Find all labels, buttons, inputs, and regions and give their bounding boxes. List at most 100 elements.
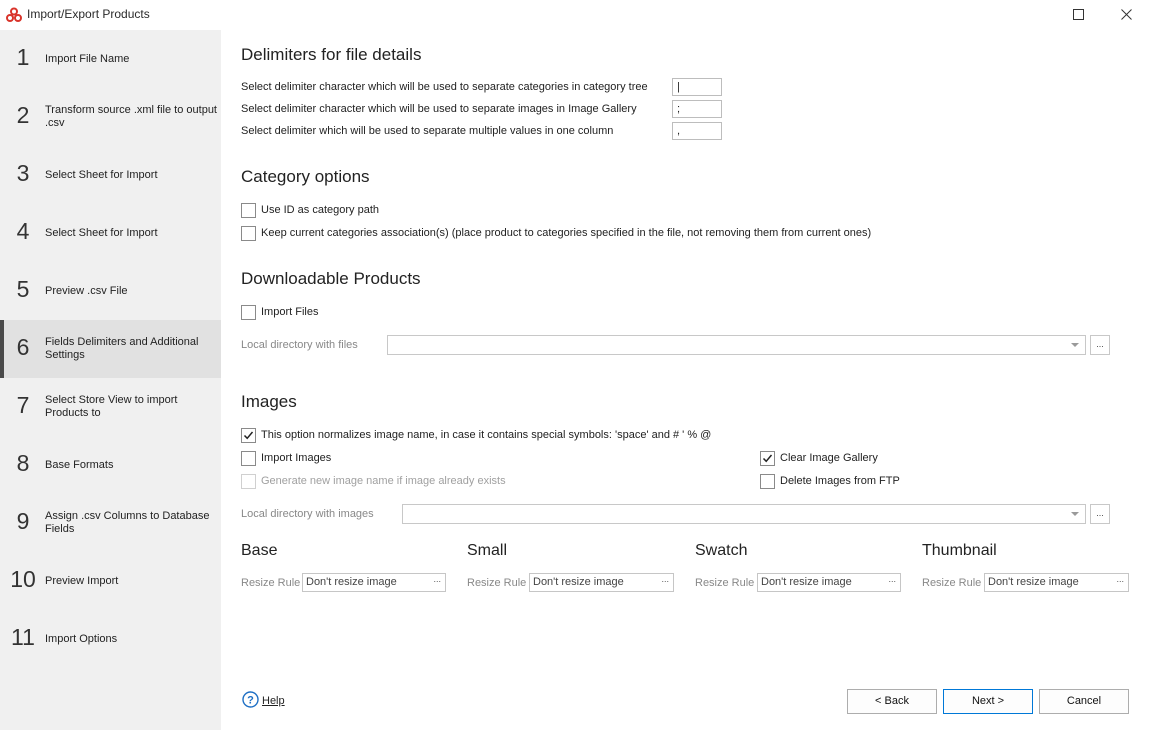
step-select-sheet[interactable]: 3 Select Sheet for Import <box>0 146 221 204</box>
ellipsis-icon[interactable]: ... <box>661 574 669 584</box>
resize-group-title: Swatch <box>695 542 748 559</box>
step-label: Select Store View to import Products to <box>45 394 178 419</box>
resize-rule-thumbnail-field[interactable]: Don't resize image ... <box>984 573 1129 592</box>
resize-rule-value: Don't resize image <box>761 576 852 588</box>
ellipsis-icon[interactable]: ... <box>433 574 441 584</box>
step-number: 10 <box>10 566 36 592</box>
keep-categories-checkbox[interactable] <box>241 226 256 241</box>
use-id-category-checkbox[interactable] <box>241 203 256 218</box>
generate-image-name-label: Generate new image name if image already… <box>261 475 506 487</box>
category-delimiter-input[interactable] <box>672 78 722 96</box>
images-directory-label: Local directory with images <box>241 508 374 520</box>
category-delimiter-label: Select delimiter character which will be… <box>241 81 648 93</box>
category-options-title: Category options <box>241 167 370 186</box>
close-icon <box>1121 9 1132 20</box>
images-delimiter-input[interactable] <box>672 100 722 118</box>
settings-panel: Delimiters for file details Select delim… <box>221 30 1150 730</box>
title-bar: Import/Export Products <box>0 0 1150 30</box>
delimiters-section-title: Delimiters for file details <box>241 45 422 64</box>
checkmark-icon <box>243 431 254 440</box>
resize-rule-label: Resize Rule <box>695 577 755 589</box>
resize-group-title: Small <box>467 542 508 559</box>
step-number: 3 <box>16 160 30 186</box>
ellipsis-icon[interactable]: ... <box>888 574 896 584</box>
step-number: 1 <box>16 44 30 70</box>
normalize-image-name-label: This option normalizes image name, in ca… <box>261 429 712 441</box>
resize-rule-base-field[interactable]: Don't resize image ... <box>302 573 446 592</box>
step-base-formats[interactable]: 8 Base Formats <box>0 436 221 494</box>
images-delimiter-label: Select delimiter character which will be… <box>241 103 637 115</box>
step-import-file-name[interactable]: 1 Import File Name <box>0 30 221 88</box>
clear-image-gallery-label: Clear Image Gallery <box>780 452 878 464</box>
step-number: 8 <box>16 450 30 476</box>
downloadable-section-title: Downloadable Products <box>241 269 421 288</box>
next-button[interactable]: Next > <box>943 689 1033 714</box>
step-label: Select Sheet for Import <box>45 226 158 239</box>
normalize-image-name-checkbox[interactable] <box>241 428 256 443</box>
maximize-button[interactable] <box>1056 0 1102 30</box>
step-number: 11 <box>11 624 35 650</box>
back-button[interactable]: < Back <box>847 689 937 714</box>
step-fields-delimiters[interactable]: 6 Fields Delimiters and Additional Setti… <box>0 320 221 378</box>
step-number: 7 <box>16 392 30 418</box>
resize-rule-label: Resize Rule <box>467 577 527 589</box>
maximize-icon <box>1073 9 1084 20</box>
step-label: Base Formats <box>45 458 114 471</box>
step-label: Preview .csv File <box>45 284 128 297</box>
step-label: Import File Name <box>45 52 130 65</box>
use-id-category-label: Use ID as category path <box>261 204 380 216</box>
close-button[interactable] <box>1104 0 1150 30</box>
resize-group-title: Base <box>241 542 278 559</box>
generate-image-name-checkbox[interactable] <box>241 474 256 489</box>
delete-images-ftp-label: Delete Images from FTP <box>780 475 900 487</box>
import-files-checkbox[interactable] <box>241 305 256 320</box>
import-files-label: Import Files <box>261 306 319 318</box>
step-label: Import Options <box>45 632 118 645</box>
step-select-sheet-2[interactable]: 4 Select Sheet for Import <box>0 204 221 262</box>
step-number: 2 <box>16 102 30 128</box>
chevron-down-icon <box>1071 343 1079 347</box>
checkmark-icon <box>762 454 773 463</box>
step-number: 5 <box>16 276 30 302</box>
svg-text:?: ? <box>247 695 254 707</box>
help-link[interactable]: Help <box>262 695 285 707</box>
resize-rule-label: Resize Rule <box>241 577 301 589</box>
resize-group-title: Thumbnail <box>922 542 997 559</box>
browse-files-button[interactable]: ... <box>1090 335 1110 355</box>
ellipsis-icon[interactable]: ... <box>1116 574 1124 584</box>
step-label: Select Sheet for Import <box>45 168 158 181</box>
step-assign-columns[interactable]: 9 Assign .csv Columns to Database Fields <box>0 494 221 552</box>
delete-images-ftp-checkbox[interactable] <box>760 474 775 489</box>
multi-value-delimiter-label: Select delimiter which will be used to s… <box>241 125 614 137</box>
resize-rule-swatch-field[interactable]: Don't resize image ... <box>757 573 901 592</box>
step-import-options[interactable]: 11 Import Options <box>0 610 221 668</box>
files-directory-label: Local directory with files <box>241 339 358 351</box>
resize-rule-value: Don't resize image <box>533 576 624 588</box>
cancel-button[interactable]: Cancel <box>1039 689 1129 714</box>
step-preview-csv[interactable]: 5 Preview .csv File <box>0 262 221 320</box>
step-label: Fields Delimiters and Additional Setting… <box>45 336 199 361</box>
step-number: 6 <box>16 334 30 360</box>
keep-categories-label: Keep current categories association(s) (… <box>261 227 872 239</box>
resize-rule-value: Don't resize image <box>988 576 1079 588</box>
step-number: 4 <box>16 218 30 244</box>
multi-value-delimiter-input[interactable] <box>672 122 722 140</box>
images-directory-combo[interactable] <box>402 504 1086 524</box>
step-transform-xml[interactable]: 2 Transform source .xml file to output .… <box>0 88 221 146</box>
step-select-store-view[interactable]: 7 Select Store View to import Products t… <box>0 378 221 436</box>
chevron-down-icon <box>1071 512 1079 516</box>
help-icon[interactable]: ? <box>242 691 259 708</box>
resize-rule-label: Resize Rule <box>922 577 982 589</box>
resize-rule-value: Don't resize image <box>306 576 397 588</box>
clear-image-gallery-checkbox[interactable] <box>760 451 775 466</box>
step-label: Assign .csv Columns to Database Fields <box>45 510 210 535</box>
step-label: Preview Import <box>45 574 119 587</box>
step-label: Transform source .xml file to output .cs… <box>45 104 217 129</box>
import-images-checkbox[interactable] <box>241 451 256 466</box>
step-preview-import[interactable]: 10 Preview Import <box>0 552 221 610</box>
step-number: 9 <box>16 508 30 534</box>
browse-images-button[interactable]: ... <box>1090 504 1110 524</box>
files-directory-combo[interactable] <box>387 335 1086 355</box>
window-title: Import/Export Products <box>27 7 150 21</box>
resize-rule-small-field[interactable]: Don't resize image ... <box>529 573 674 592</box>
